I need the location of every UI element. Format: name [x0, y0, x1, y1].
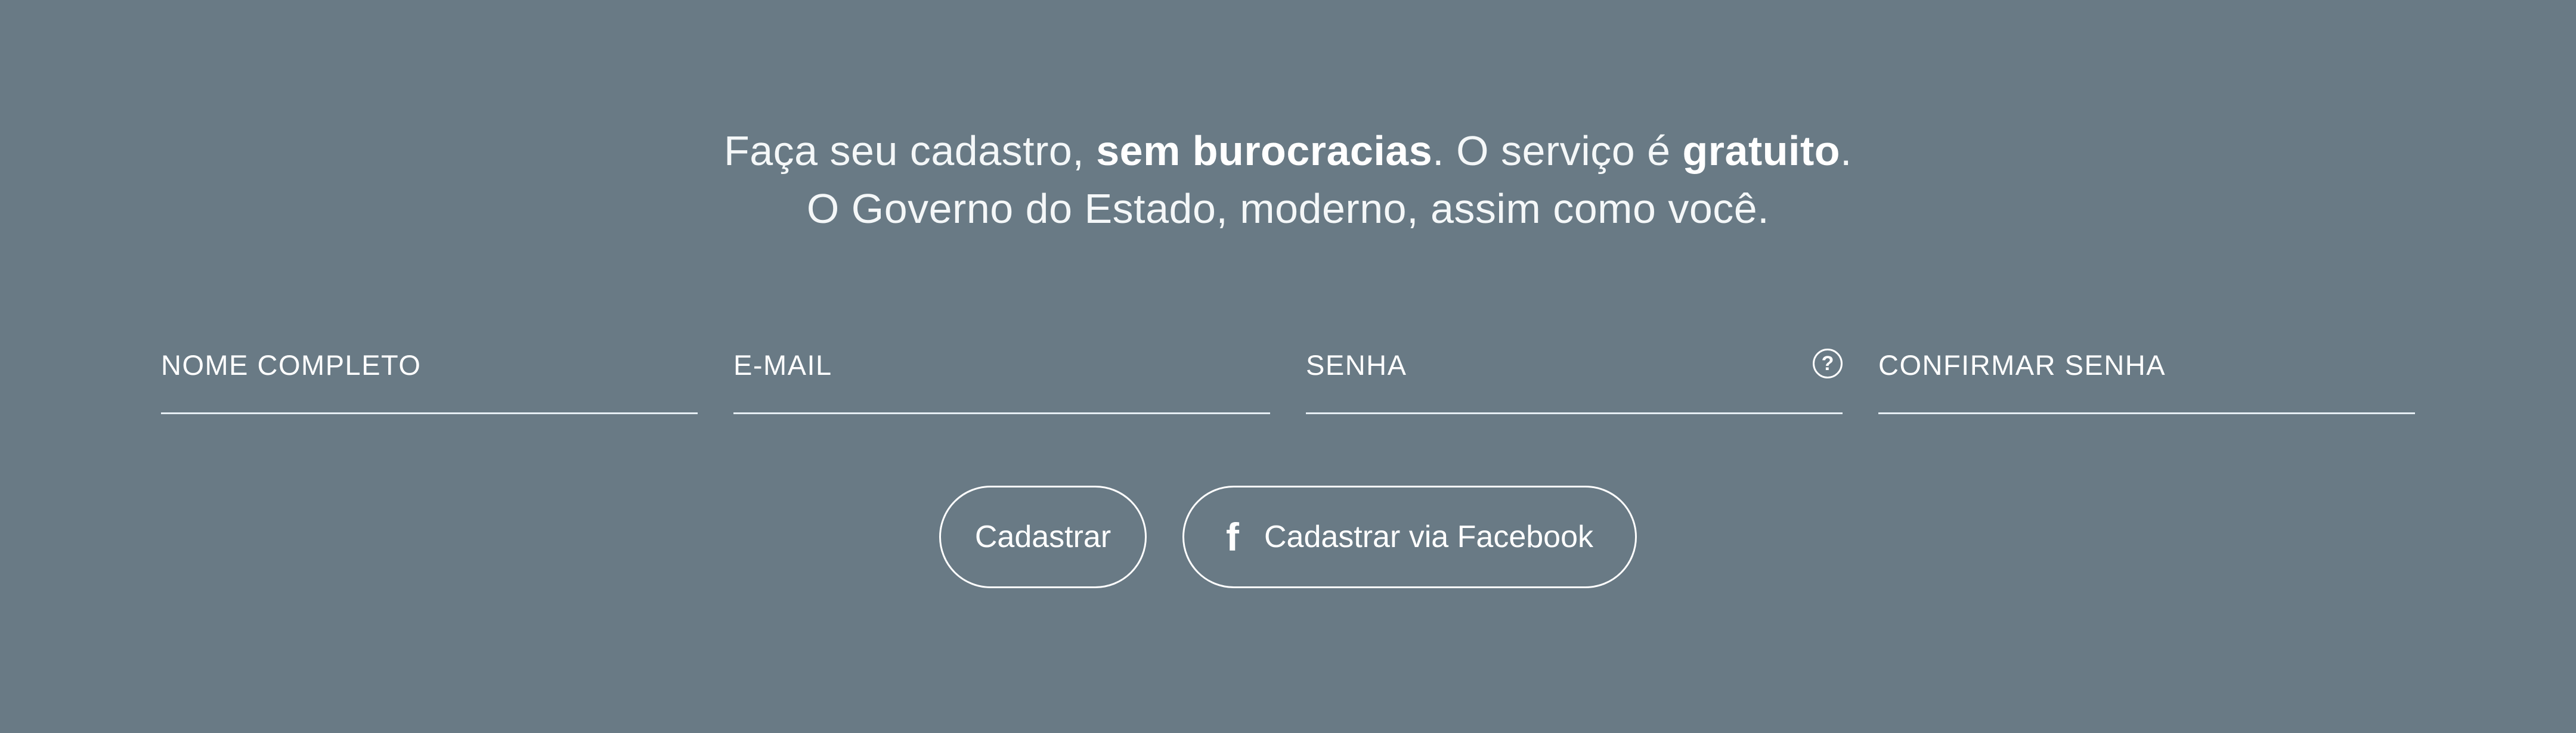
intro-bold-no-bureaucracy: sem burocracias — [1096, 128, 1433, 174]
signup-form: NOME COMPLETO E-MAIL SENHA ? CONFIRMAR S… — [161, 343, 2417, 414]
confirm-password-underline — [1878, 412, 2415, 414]
full-name-input[interactable] — [161, 343, 700, 412]
facebook-register-button[interactable]: f Cadastrar via Facebook — [1182, 486, 1637, 588]
password-field[interactable]: SENHA ? — [1306, 343, 1845, 414]
register-button-label: Cadastrar — [974, 520, 1111, 554]
intro-text: Faça seu cadastro, sem burocracias. O se… — [0, 122, 2576, 238]
email-input[interactable] — [733, 343, 1272, 412]
intro-text-part: . O serviço é — [1432, 128, 1683, 174]
email-field[interactable]: E-MAIL — [733, 343, 1272, 414]
confirm-password-input[interactable] — [1878, 343, 2417, 412]
facebook-button-label: Cadastrar via Facebook — [1264, 520, 1594, 554]
register-button[interactable]: Cadastrar — [939, 486, 1147, 588]
intro-text-part: Faça seu cadastro, — [723, 128, 1097, 174]
intro-text-part: . — [1840, 128, 1852, 174]
full-name-field[interactable]: NOME COMPLETO — [161, 343, 700, 414]
intro-line-2: O Governo do Estado, moderno, assim como… — [806, 185, 1770, 232]
confirm-password-field[interactable]: CONFIRMAR SENHA — [1878, 343, 2417, 414]
password-underline — [1306, 412, 1843, 414]
intro-bold-free: gratuito — [1682, 128, 1841, 174]
email-underline — [733, 412, 1270, 414]
action-buttons: Cadastrar f Cadastrar via Facebook — [0, 486, 2576, 588]
help-icon[interactable]: ? — [1813, 349, 1843, 378]
password-input[interactable] — [1306, 343, 1845, 412]
facebook-icon: f — [1225, 515, 1239, 559]
intro-line-1: Faça seu cadastro, sem burocracias. O se… — [0, 122, 2576, 180]
full-name-underline — [161, 412, 698, 414]
